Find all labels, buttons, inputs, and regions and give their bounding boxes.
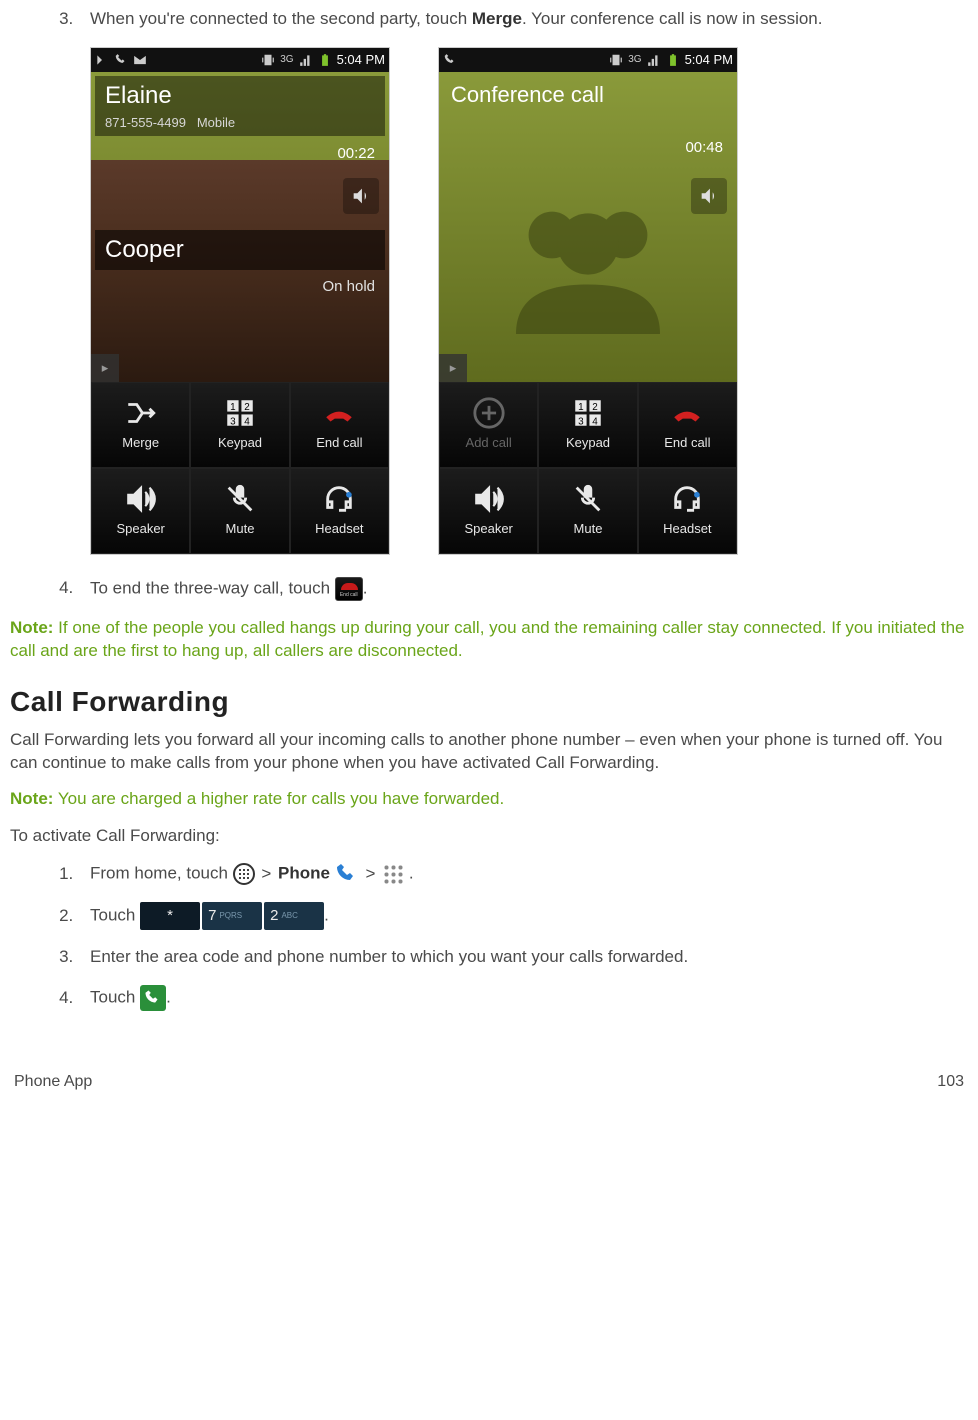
- step-4: To end the three-way call, touch .: [78, 577, 968, 601]
- caller2-card: Cooper: [95, 230, 385, 270]
- note1-text: If one of the people you called hangs up…: [10, 618, 964, 660]
- section-paragraph: Call Forwarding lets you forward all you…: [10, 729, 968, 775]
- keypad-button[interactable]: 1234 Keypad: [538, 382, 637, 468]
- merge-icon: [124, 398, 158, 428]
- step4-text-a: To end the three-way call, touch: [90, 578, 335, 597]
- headset-button[interactable]: Headset: [638, 468, 737, 554]
- end-call-button[interactable]: End call: [290, 382, 389, 468]
- dial-keys: * 7PQRS 2ABC: [140, 902, 324, 930]
- conference-title: Conference call: [451, 80, 725, 110]
- status-bar: 3G 5:04 PM: [91, 48, 389, 72]
- activate-intro: To activate Call Forwarding:: [10, 825, 968, 848]
- key-7: 7PQRS: [202, 902, 262, 930]
- step4-text-b: .: [363, 578, 368, 597]
- drawer-handle-icon[interactable]: ▸: [91, 354, 119, 382]
- call-button-icon: [140, 985, 166, 1011]
- speaker-button[interactable]: Speaker: [91, 468, 190, 554]
- note-1: Note: If one of the people you called ha…: [10, 617, 968, 663]
- key-2: 2ABC: [264, 902, 324, 930]
- status-time: 5:04 PM: [685, 51, 733, 69]
- phone-icon: [335, 862, 359, 886]
- step3-bold: Merge: [472, 9, 522, 28]
- footer-section: Phone App: [14, 1071, 92, 1093]
- note-2: Note: You are charged a higher rate for …: [10, 788, 968, 811]
- caller1-name: Elaine: [105, 80, 375, 112]
- screenshot-row: 3G 5:04 PM Elaine 871-555-4499 Mobile 00…: [90, 47, 968, 555]
- activate-step-2: Touch * 7PQRS 2ABC .: [78, 902, 968, 930]
- headset-button[interactable]: Headset: [290, 468, 389, 554]
- speaker-toggle-icon[interactable]: [343, 178, 379, 214]
- keypad-button[interactable]: 1234 Keypad: [190, 382, 289, 468]
- svg-text:2: 2: [244, 402, 250, 413]
- network-3g: 3G: [628, 53, 641, 67]
- signal-icon: [647, 53, 661, 67]
- headset-icon: [670, 484, 704, 514]
- merge-button[interactable]: Merge: [91, 382, 190, 468]
- caller1-card: Elaine 871-555-4499 Mobile: [95, 76, 385, 136]
- call-buttons-left: Merge 1234 Keypad End call Speaker Mute: [91, 382, 389, 554]
- call-area-right: Conference call 00:48 ▸: [439, 72, 737, 382]
- phone-status-icon: [443, 53, 457, 67]
- activate-step-1: From home, touch > Phone > .: [78, 862, 968, 886]
- svg-text:3: 3: [230, 416, 236, 427]
- headset-icon: [322, 484, 356, 514]
- signal-icon: [299, 53, 313, 67]
- svg-text:3: 3: [578, 416, 584, 427]
- dialpad-icon: [382, 863, 404, 885]
- status-time: 5:04 PM: [337, 51, 385, 69]
- add-call-button[interactable]: Add call: [439, 382, 538, 468]
- svg-text:2: 2: [592, 402, 598, 413]
- footer-page-number: 103: [937, 1071, 964, 1093]
- svg-text:4: 4: [592, 416, 598, 427]
- speaker-icon: [124, 484, 158, 514]
- note2-label: Note:: [10, 789, 53, 808]
- mute-icon: [571, 484, 605, 514]
- caller2-name: Cooper: [105, 234, 375, 266]
- speaker-icon: [472, 484, 506, 514]
- group-silhouette-icon: [439, 142, 737, 382]
- step3-text-c: . Your conference call is now in session…: [522, 9, 823, 28]
- add-call-icon: [472, 398, 506, 428]
- screenshot-right: 3G 5:04 PM Conference call 00:48: [438, 47, 738, 555]
- mute-button[interactable]: Mute: [538, 468, 637, 554]
- svg-text:1: 1: [230, 402, 236, 413]
- activate-step-4: Touch .: [78, 985, 968, 1011]
- svg-text:4: 4: [244, 416, 250, 427]
- step-3: When you're connected to the second part…: [78, 8, 968, 31]
- end-call-inline-icon: [335, 577, 363, 601]
- battery-icon: [666, 53, 680, 67]
- caller1-details: 871-555-4499 Mobile: [105, 114, 375, 132]
- drawer-handle-icon[interactable]: ▸: [439, 354, 467, 382]
- call-area-left: Elaine 871-555-4499 Mobile 00:22 Cooper …: [91, 72, 389, 382]
- vibrate-icon: [609, 53, 623, 67]
- phone-status-icon: [114, 53, 128, 67]
- step3-text-a: When you're connected to the second part…: [90, 9, 472, 28]
- end-call-icon: [322, 398, 356, 428]
- svg-text:1: 1: [578, 402, 584, 413]
- note1-label: Note:: [10, 618, 53, 637]
- key-star: *: [140, 902, 200, 930]
- onhold-label: On hold: [322, 277, 375, 297]
- mute-icon: [223, 484, 257, 514]
- page-footer: Phone App 103: [10, 1071, 968, 1109]
- note2-text: You are charged a higher rate for calls …: [53, 789, 504, 808]
- end-call-icon: [670, 398, 704, 428]
- section-heading: Call Forwarding: [10, 683, 968, 721]
- screenshot-left: 3G 5:04 PM Elaine 871-555-4499 Mobile 00…: [90, 47, 390, 555]
- keypad-icon: 1234: [223, 398, 257, 428]
- forward-icon: [95, 53, 109, 67]
- activate-step-3: Enter the area code and phone number to …: [78, 946, 968, 969]
- network-3g: 3G: [280, 53, 293, 67]
- apps-icon: [233, 863, 255, 885]
- status-bar: 3G 5:04 PM: [439, 48, 737, 72]
- vibrate-icon: [261, 53, 275, 67]
- keypad-icon: 1234: [571, 398, 605, 428]
- speaker-button[interactable]: Speaker: [439, 468, 538, 554]
- call-buttons-right: Add call 1234 Keypad End call Speaker Mu…: [439, 382, 737, 554]
- end-call-button[interactable]: End call: [638, 382, 737, 468]
- mute-button[interactable]: Mute: [190, 468, 289, 554]
- mail-status-icon: [133, 53, 147, 67]
- battery-icon: [318, 53, 332, 67]
